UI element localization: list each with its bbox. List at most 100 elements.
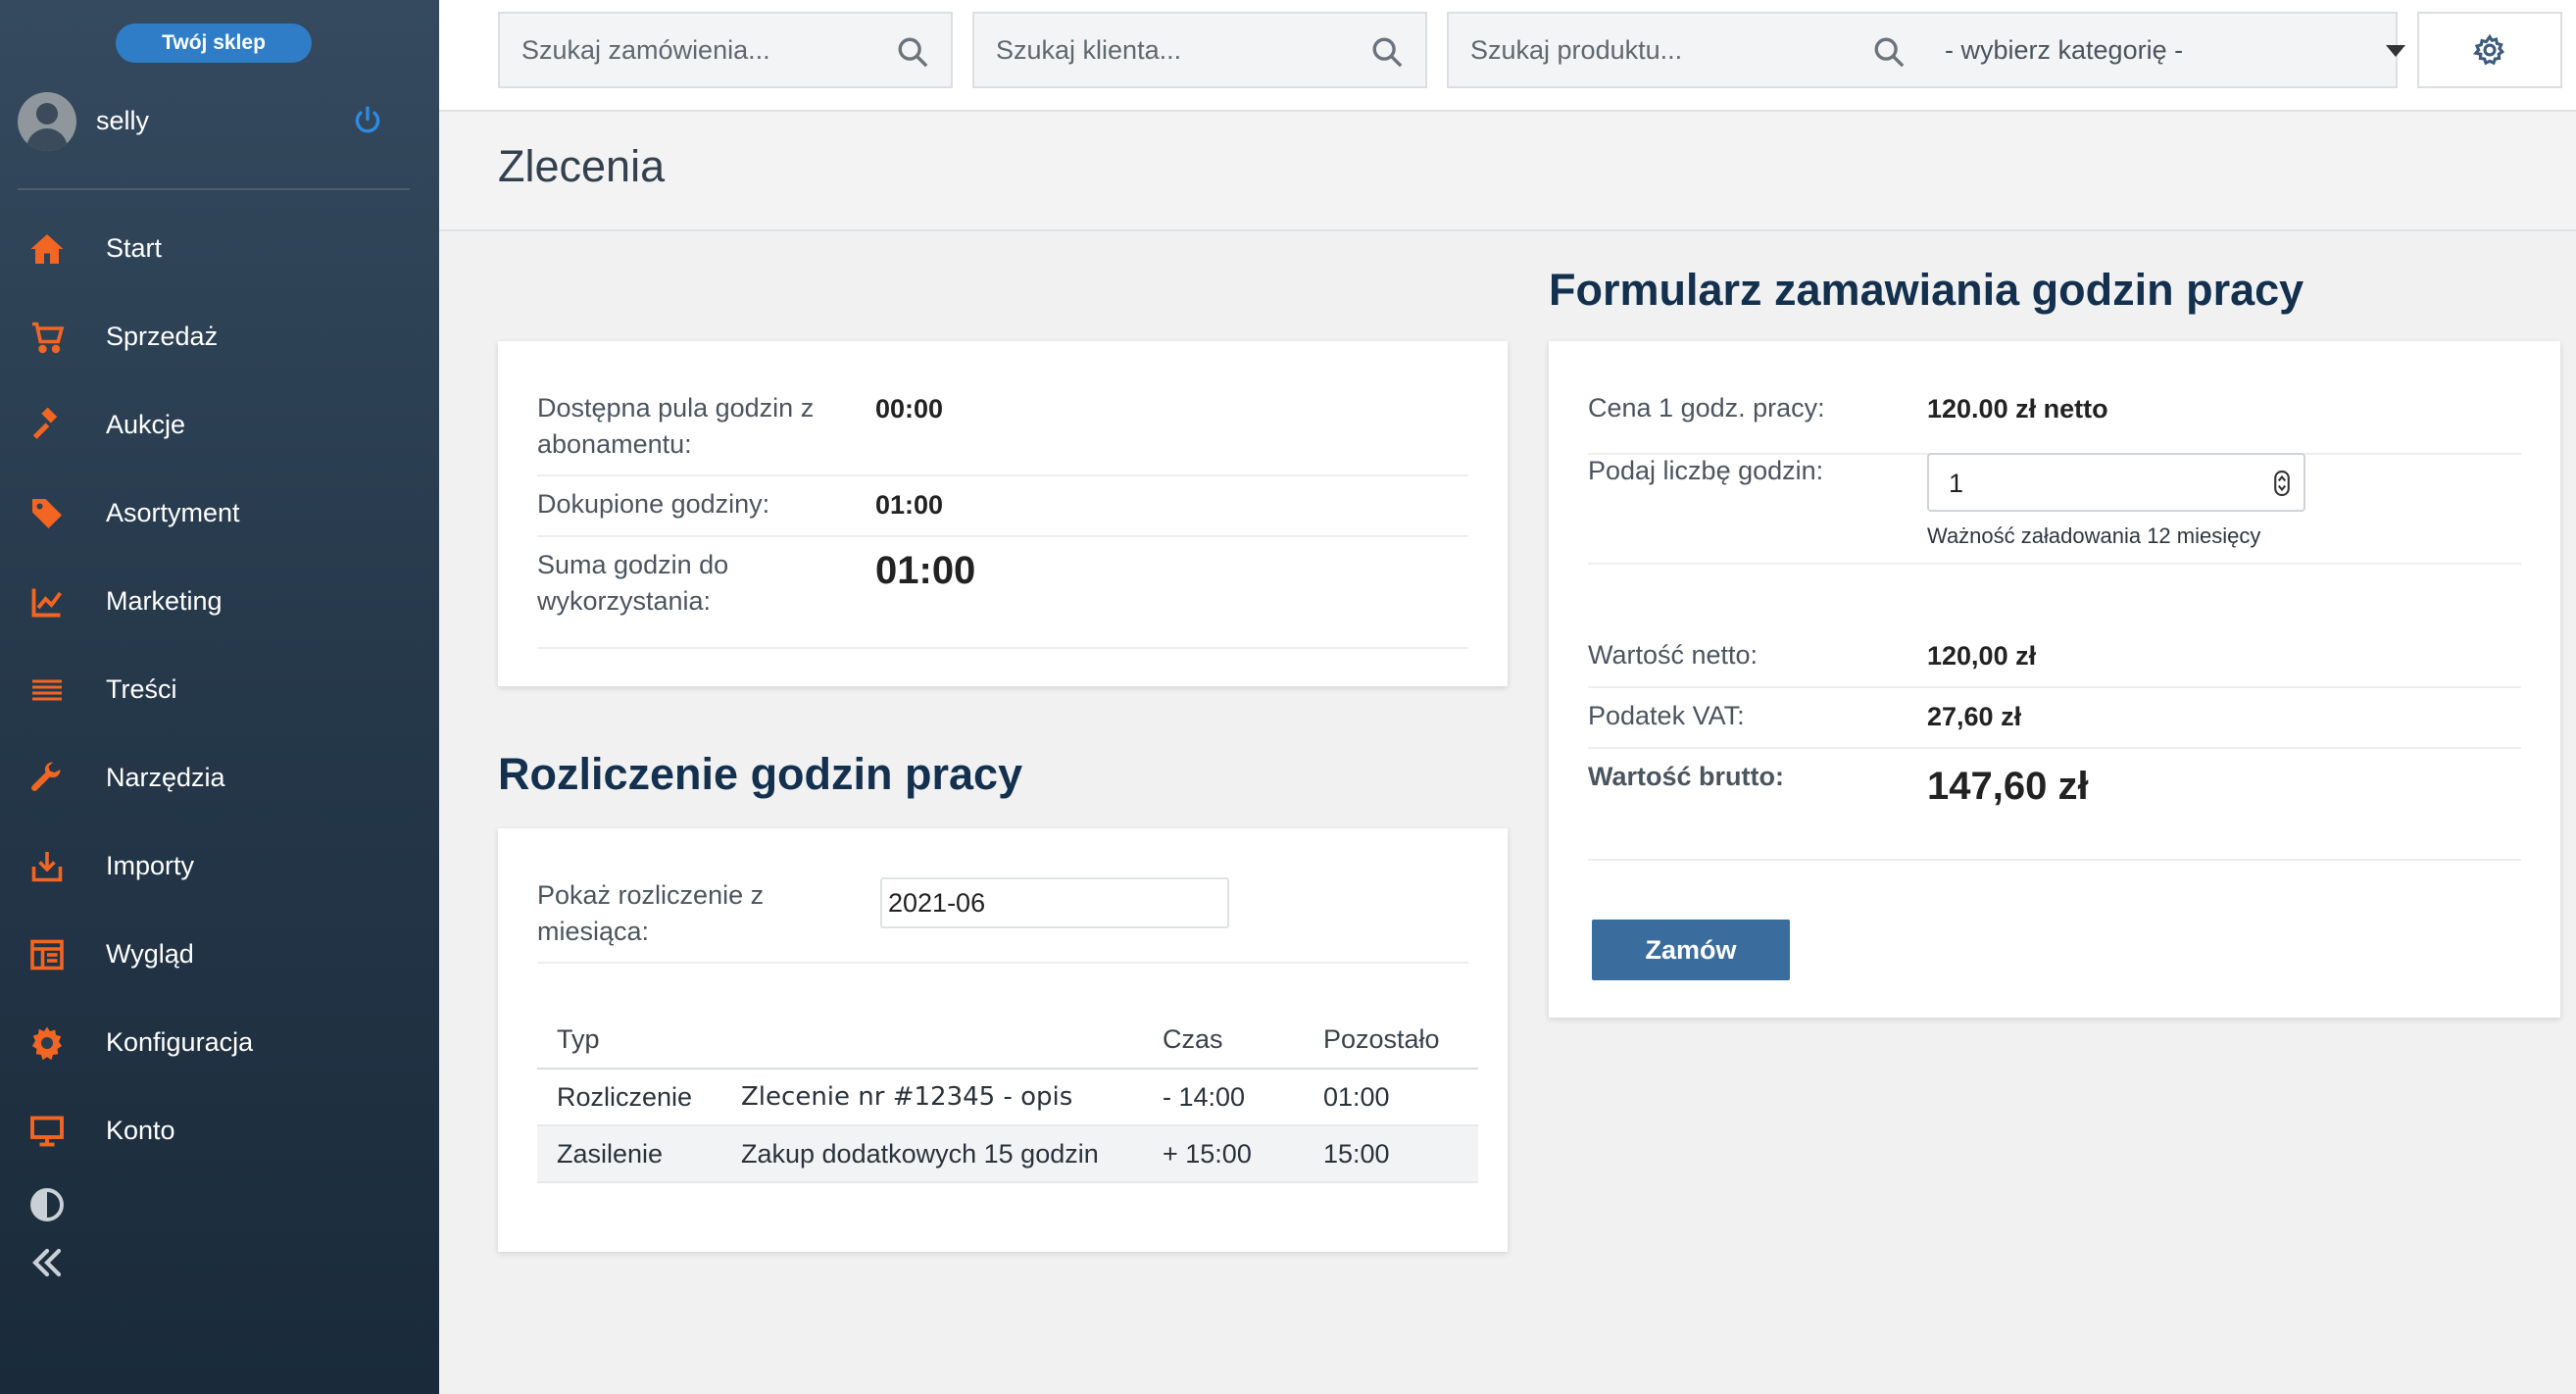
hours-input-row: Podaj liczbę godzin: 1 Ważność załadowan… bbox=[1588, 453, 2521, 565]
gross-value-row: Wartość brutto: 147,60 zł bbox=[1588, 747, 2521, 861]
month-input[interactable]: 2021-06 bbox=[880, 877, 1229, 928]
sidebar-item-wyglad[interactable]: Wygląd bbox=[0, 910, 439, 998]
column-header-description bbox=[721, 1011, 1143, 1070]
hours-input-value: 1 bbox=[1949, 469, 1964, 498]
row-time: - 14:00 bbox=[1143, 1069, 1304, 1126]
home-icon bbox=[30, 234, 64, 264]
row-remaining: 15:00 bbox=[1304, 1125, 1478, 1183]
gear-icon bbox=[2473, 33, 2505, 66]
total-hours-label: Suma godzin do wykorzystania: bbox=[537, 550, 729, 616]
gear-icon bbox=[32, 1026, 62, 1061]
collapse-sidebar-icon[interactable] bbox=[29, 1245, 65, 1280]
month-row: Pokaż rozliczenie z miesiąca: 2021-06 bbox=[537, 877, 1468, 964]
sidebar-nav: Start Sprzedaż Aukcje Asortyment Marketi… bbox=[0, 204, 439, 1174]
order-form-card: Cena 1 godz. pracy: 120.00 zł netto Poda… bbox=[1549, 341, 2560, 1018]
vat-label: Podatek VAT: bbox=[1588, 701, 1745, 730]
page-header: Zlecenia bbox=[439, 112, 2576, 231]
category-select-value: - wybierz kategorię - bbox=[1945, 35, 2184, 65]
your-shop-button[interactable]: Twój sklep bbox=[116, 24, 312, 63]
hours-summary-card: Dostępna pula godzin z abonamentu: 00:00… bbox=[498, 341, 1508, 686]
sidebar-item-marketing[interactable]: Marketing bbox=[0, 557, 439, 645]
gavel-icon bbox=[32, 408, 58, 439]
contrast-toggle-icon[interactable] bbox=[29, 1187, 65, 1222]
search-icon[interactable] bbox=[1872, 35, 1906, 69]
sidebar-item-label: Marketing bbox=[106, 586, 223, 616]
sidebar-item-konfiguracja[interactable]: Konfiguracja bbox=[0, 998, 439, 1086]
order-button[interactable]: Zamów bbox=[1592, 920, 1790, 980]
sidebar-item-importy[interactable]: Importy bbox=[0, 821, 439, 910]
chart-line-icon bbox=[31, 588, 63, 618]
gross-value: 147,60 zł bbox=[1927, 765, 2089, 808]
purchased-hours-value: 01:00 bbox=[875, 490, 944, 520]
chevron-down-icon bbox=[2386, 45, 2405, 57]
user-panel: selly bbox=[18, 90, 410, 153]
monitor-icon bbox=[30, 1116, 64, 1147]
column-header-remaining: Pozostało bbox=[1304, 1011, 1478, 1070]
sidebar-item-asortyment[interactable]: Asortyment bbox=[0, 469, 439, 557]
sidebar-item-narzedzia[interactable]: Narzędzia bbox=[0, 733, 439, 821]
sidebar-item-label: Start bbox=[106, 233, 163, 263]
search-icon[interactable] bbox=[896, 35, 929, 69]
row-description: Zakup dodatkowych 15 godzin bbox=[721, 1125, 1143, 1183]
vat-value: 27,60 zł bbox=[1927, 702, 2022, 731]
search-clients-input[interactable] bbox=[974, 14, 1366, 86]
month-label: Pokaż rozliczenie z miesiąca: bbox=[537, 880, 765, 946]
sidebar: Twój sklep selly Start Sprzedaż Aukcje A… bbox=[0, 0, 439, 1394]
search-clients-box bbox=[972, 12, 1427, 88]
import-icon bbox=[31, 852, 63, 882]
row-type: Zasilenie bbox=[537, 1125, 721, 1183]
net-value: 120,00 zł bbox=[1927, 641, 2037, 671]
available-hours-label: Dostępna pula godzin z abonamentu: bbox=[537, 393, 815, 459]
net-value-label: Wartość netto: bbox=[1588, 640, 1759, 670]
cart-icon bbox=[32, 322, 65, 354]
search-orders-box bbox=[498, 12, 953, 88]
column-header-type: Typ bbox=[537, 1011, 721, 1070]
search-orders-input[interactable] bbox=[500, 14, 892, 86]
net-value-row: Wartość netto: 120,00 zł bbox=[1588, 625, 2521, 688]
row-time: + 15:00 bbox=[1143, 1125, 1304, 1183]
avatar[interactable] bbox=[18, 92, 76, 151]
top-bar: - wybierz kategorię - bbox=[439, 0, 2576, 112]
hours-number-input[interactable]: 1 bbox=[1927, 453, 2305, 512]
user-name: selly bbox=[96, 106, 150, 135]
available-hours-row: Dostępna pula godzin z abonamentu: 00:00 bbox=[537, 390, 1468, 476]
order-form-title: Formularz zamawiania godzin pracy bbox=[1549, 265, 2304, 315]
stepper-icon[interactable] bbox=[2274, 471, 2290, 496]
row-remaining: 01:00 bbox=[1304, 1069, 1478, 1126]
sidebar-divider bbox=[18, 188, 410, 190]
column-header-time: Czas bbox=[1143, 1011, 1304, 1070]
sidebar-item-tresci[interactable]: Treści bbox=[0, 645, 439, 733]
price-row: Cena 1 godz. pracy: 120.00 zł netto bbox=[1588, 390, 2521, 455]
settings-button[interactable] bbox=[2417, 12, 2562, 88]
hours-label: Podaj liczbę godzin: bbox=[1588, 456, 1824, 485]
search-icon[interactable] bbox=[1370, 35, 1404, 69]
table-row: Rozliczenie Zlecenie nr #12345 - opis - … bbox=[537, 1069, 1478, 1126]
sidebar-item-aukcje[interactable]: Aukcje bbox=[0, 380, 439, 469]
sidebar-item-label: Wygląd bbox=[106, 939, 194, 969]
total-hours-value: 01:00 bbox=[875, 549, 976, 592]
total-hours-row: Suma godzin do wykorzystania: 01:00 bbox=[537, 535, 1468, 649]
sidebar-item-start[interactable]: Start bbox=[0, 204, 439, 292]
sidebar-item-label: Importy bbox=[106, 851, 195, 880]
power-icon[interactable] bbox=[351, 104, 384, 137]
validity-note: Ważność załadowania 12 miesięcy bbox=[1927, 523, 2261, 548]
page-title: Zlecenia bbox=[498, 141, 666, 191]
search-products-input[interactable] bbox=[1449, 14, 1860, 86]
sidebar-item-konto[interactable]: Konto bbox=[0, 1086, 439, 1174]
purchased-hours-row: Dokupione godziny: 01:00 bbox=[537, 474, 1468, 537]
available-hours-value: 00:00 bbox=[875, 394, 944, 423]
table-header-row: Typ Czas Pozostało bbox=[537, 1011, 1478, 1070]
settlement-card: Pokaż rozliczenie z miesiąca: 2021-06 Ty… bbox=[498, 828, 1508, 1252]
lines-icon bbox=[32, 679, 62, 701]
row-type: Rozliczenie bbox=[537, 1069, 721, 1126]
tag-icon bbox=[32, 499, 62, 528]
sidebar-item-label: Konto bbox=[106, 1116, 175, 1145]
category-select[interactable]: - wybierz kategorię - bbox=[1915, 14, 2425, 86]
sidebar-item-label: Treści bbox=[106, 674, 177, 704]
purchased-hours-label: Dokupione godziny: bbox=[537, 489, 770, 519]
price-value: 120.00 zł netto bbox=[1927, 394, 2108, 423]
vat-row: Podatek VAT: 27,60 zł bbox=[1588, 686, 2521, 749]
sidebar-item-label: Sprzedaż bbox=[106, 322, 219, 351]
sidebar-item-sprzedaz[interactable]: Sprzedaż bbox=[0, 292, 439, 380]
sidebar-item-label: Konfiguracja bbox=[106, 1027, 254, 1057]
